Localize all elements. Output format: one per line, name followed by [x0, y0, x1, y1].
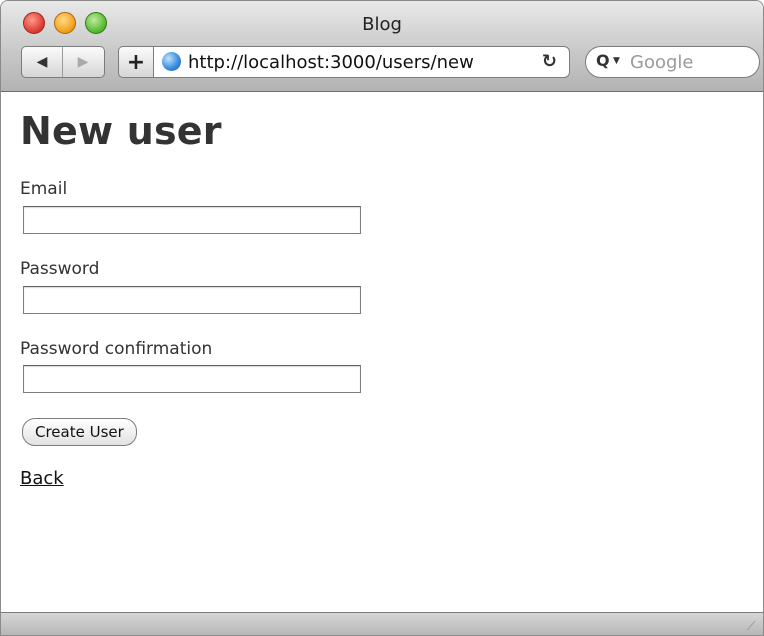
forward-button[interactable]: ▶: [63, 47, 103, 77]
title-bar: Blog ◀ ▶ + http://localhost:3000/users/n…: [1, 1, 763, 92]
status-bar: ⟋: [1, 612, 763, 635]
plus-icon: +: [126, 49, 146, 75]
password-field[interactable]: [23, 286, 361, 314]
add-bookmark-button[interactable]: +: [118, 46, 154, 78]
back-button[interactable]: ◀: [22, 47, 63, 77]
create-user-button[interactable]: Create User: [22, 418, 137, 446]
page-title: New user: [20, 109, 222, 153]
back-arrow-icon: ◀: [36, 54, 48, 70]
password-confirmation-field[interactable]: [23, 365, 361, 393]
password-confirmation-label: Password confirmation: [20, 339, 213, 359]
browser-window: Blog ◀ ▶ + http://localhost:3000/users/n…: [0, 0, 764, 636]
password-label: Password: [20, 259, 100, 279]
navigation-buttons: ◀ ▶: [21, 46, 105, 78]
address-bar[interactable]: http://localhost:3000/users/new ↻: [154, 46, 570, 78]
forward-arrow-icon: ▶: [77, 54, 89, 70]
email-label: Email: [20, 179, 68, 199]
reload-icon[interactable]: ↻: [542, 51, 557, 72]
search-field[interactable]: Q ▼ Google: [585, 46, 760, 78]
chevron-down-icon[interactable]: ▼: [613, 56, 620, 66]
resize-grip-icon[interactable]: ⟋: [747, 619, 761, 633]
globe-icon: [162, 52, 181, 71]
search-icon: Q: [596, 51, 610, 70]
url-text[interactable]: http://localhost:3000/users/new: [188, 52, 474, 73]
email-field[interactable]: [23, 206, 361, 234]
window-title: Blog: [362, 14, 402, 35]
page-content: New user Email Password Password confirm…: [20, 109, 361, 489]
back-link[interactable]: Back: [20, 468, 64, 489]
search-placeholder: Google: [630, 52, 694, 73]
